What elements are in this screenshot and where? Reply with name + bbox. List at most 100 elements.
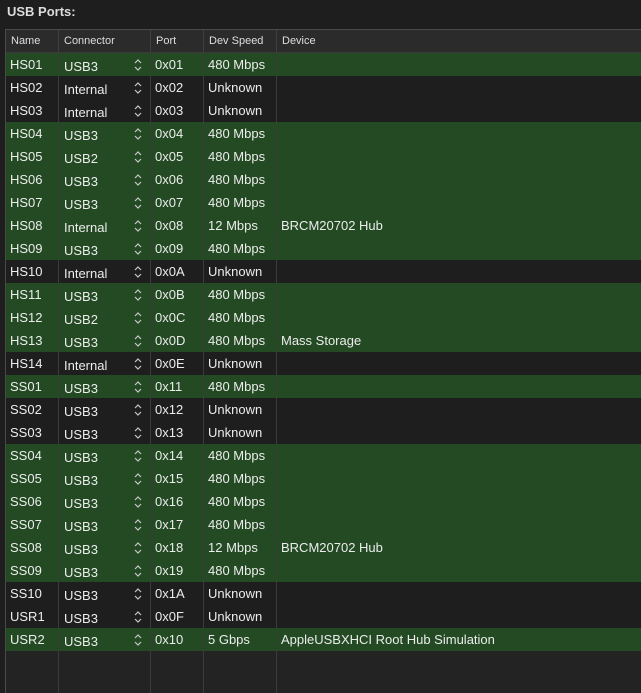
device-speed: Unknown bbox=[204, 398, 277, 421]
connector-select[interactable]: USB3 bbox=[59, 444, 151, 467]
device-speed: Unknown bbox=[204, 605, 277, 628]
table-row[interactable]: HS09 USB3 0x09 480 Mbps bbox=[6, 237, 641, 260]
connector-select[interactable]: USB3 bbox=[59, 329, 151, 352]
up-down-stepper-icon[interactable] bbox=[134, 633, 142, 647]
up-down-stepper-icon[interactable] bbox=[134, 380, 142, 394]
column-header-name[interactable]: Name bbox=[6, 30, 59, 52]
up-down-stepper-icon[interactable] bbox=[134, 242, 142, 256]
connector-select[interactable]: USB3 bbox=[59, 421, 151, 444]
table-row[interactable]: HS14 Internal 0x0E Unknown bbox=[6, 352, 641, 375]
table-row[interactable]: HS12 USB2 0x0C 480 Mbps bbox=[6, 306, 641, 329]
connector-value: USB3 bbox=[64, 496, 98, 511]
up-down-stepper-icon[interactable] bbox=[134, 472, 142, 486]
up-down-stepper-icon[interactable] bbox=[134, 357, 142, 371]
table-row[interactable]: HS08 Internal 0x08 12 Mbps BRCM20702 Hub bbox=[6, 214, 641, 237]
table-row[interactable]: SS01 USB3 0x11 480 Mbps bbox=[6, 375, 641, 398]
connector-select[interactable]: USB3 bbox=[59, 191, 151, 214]
connector-select[interactable]: USB3 bbox=[59, 513, 151, 536]
up-down-stepper-icon[interactable] bbox=[134, 196, 142, 210]
up-down-stepper-icon[interactable] bbox=[134, 610, 142, 624]
connector-select[interactable]: USB3 bbox=[59, 237, 151, 260]
up-down-stepper-icon[interactable] bbox=[134, 495, 142, 509]
table-row[interactable]: HS04 USB3 0x04 480 Mbps bbox=[6, 122, 641, 145]
table-row[interactable]: SS10 USB3 0x1A Unknown bbox=[6, 582, 641, 605]
up-down-stepper-icon[interactable] bbox=[134, 288, 142, 302]
table-row[interactable]: HS06 USB3 0x06 480 Mbps bbox=[6, 168, 641, 191]
table-row[interactable]: USR1 USB3 0x0F Unknown bbox=[6, 605, 641, 628]
device-name bbox=[277, 421, 641, 444]
port-name: HS14 bbox=[6, 352, 59, 375]
column-header-speed[interactable]: Dev Speed bbox=[204, 30, 277, 52]
table-row[interactable]: SS07 USB3 0x17 480 Mbps bbox=[6, 513, 641, 536]
connector-select[interactable]: USB3 bbox=[59, 490, 151, 513]
up-down-stepper-icon[interactable] bbox=[134, 104, 142, 118]
table-row[interactable]: HS02 Internal 0x02 Unknown bbox=[6, 76, 641, 99]
up-down-stepper-icon[interactable] bbox=[134, 587, 142, 601]
up-down-stepper-icon[interactable] bbox=[134, 150, 142, 164]
port-address: 0x0F bbox=[151, 605, 204, 628]
up-down-stepper-icon[interactable] bbox=[134, 265, 142, 279]
up-down-stepper-icon[interactable] bbox=[134, 426, 142, 440]
table-row[interactable]: SS02 USB3 0x12 Unknown bbox=[6, 398, 641, 421]
connector-value: USB3 bbox=[64, 404, 98, 419]
table-row[interactable]: HS10 Internal 0x0A Unknown bbox=[6, 260, 641, 283]
table-row[interactable]: SS04 USB3 0x14 480 Mbps bbox=[6, 444, 641, 467]
table-row[interactable]: HS07 USB3 0x07 480 Mbps bbox=[6, 191, 641, 214]
up-down-stepper-icon[interactable] bbox=[134, 311, 142, 325]
table-row[interactable]: SS05 USB3 0x15 480 Mbps bbox=[6, 467, 641, 490]
connector-select[interactable]: USB3 bbox=[59, 467, 151, 490]
connector-select[interactable]: USB3 bbox=[59, 398, 151, 421]
usb-ports-table[interactable]: Name Connector Port Dev Speed Device HS0… bbox=[5, 29, 641, 693]
up-down-stepper-icon[interactable] bbox=[134, 173, 142, 187]
table-row[interactable]: SS08 USB3 0x18 12 Mbps BRCM20702 Hub bbox=[6, 536, 641, 559]
table-row[interactable]: SS03 USB3 0x13 Unknown bbox=[6, 421, 641, 444]
device-name: AppleUSBXHCI Root Hub Simulation bbox=[281, 632, 495, 647]
connector-select[interactable]: USB3 bbox=[59, 582, 151, 605]
connector-select[interactable]: USB3 bbox=[59, 283, 151, 306]
port-address: 0x01 bbox=[151, 53, 204, 76]
column-header-device[interactable]: Device bbox=[277, 30, 641, 52]
connector-value: Internal bbox=[64, 266, 108, 281]
connector-select[interactable]: USB3 bbox=[59, 605, 151, 628]
empty-row bbox=[6, 674, 641, 693]
connector-value: Internal bbox=[64, 220, 108, 235]
port-address: 0x07 bbox=[151, 191, 204, 214]
connector-select[interactable]: USB3 bbox=[59, 168, 151, 191]
connector-select[interactable]: USB3 bbox=[59, 122, 151, 145]
up-down-stepper-icon[interactable] bbox=[134, 81, 142, 95]
connector-select[interactable]: USB3 bbox=[59, 559, 151, 582]
up-down-stepper-icon[interactable] bbox=[134, 219, 142, 233]
up-down-stepper-icon[interactable] bbox=[134, 127, 142, 141]
up-down-stepper-icon[interactable] bbox=[134, 564, 142, 578]
up-down-stepper-icon[interactable] bbox=[134, 403, 142, 417]
up-down-stepper-icon[interactable] bbox=[134, 334, 142, 348]
up-down-stepper-icon[interactable] bbox=[134, 58, 142, 72]
connector-select[interactable]: USB2 bbox=[59, 306, 151, 329]
column-header-port[interactable]: Port bbox=[151, 30, 204, 52]
connector-select[interactable]: USB3 bbox=[59, 628, 151, 651]
connector-select[interactable]: Internal bbox=[59, 352, 151, 375]
table-row[interactable]: HS13 USB3 0x0D 480 Mbps Mass Storage bbox=[6, 329, 641, 352]
connector-select[interactable]: Internal bbox=[59, 99, 151, 122]
table-row[interactable]: HS03 Internal 0x03 Unknown bbox=[6, 99, 641, 122]
port-address: 0x0E bbox=[151, 352, 204, 375]
connector-select[interactable]: USB3 bbox=[59, 53, 151, 76]
table-row[interactable]: USR2 USB3 0x10 5 Gbps AppleUSBXHCI Root Hub … bbox=[6, 628, 641, 651]
connector-select[interactable]: USB2 bbox=[59, 145, 151, 168]
column-header-connector[interactable]: Connector bbox=[59, 30, 151, 52]
port-name: HS01 bbox=[6, 53, 59, 76]
up-down-stepper-icon[interactable] bbox=[134, 449, 142, 463]
table-row[interactable]: HS11 USB3 0x0B 480 Mbps bbox=[6, 283, 641, 306]
up-down-stepper-icon[interactable] bbox=[134, 518, 142, 532]
up-down-stepper-icon[interactable] bbox=[134, 541, 142, 555]
table-row[interactable]: SS09 USB3 0x19 480 Mbps bbox=[6, 559, 641, 582]
connector-select[interactable]: USB3 bbox=[59, 536, 151, 559]
connector-select[interactable]: USB3 bbox=[59, 375, 151, 398]
connector-select[interactable]: Internal bbox=[59, 76, 151, 99]
connector-select[interactable]: Internal bbox=[59, 260, 151, 283]
connector-select[interactable]: Internal bbox=[59, 214, 151, 237]
table-row[interactable]: HS01 USB3 0x01 480 Mbps bbox=[6, 53, 641, 76]
port-name: HS13 bbox=[6, 329, 59, 352]
table-row[interactable]: HS05 USB2 0x05 480 Mbps bbox=[6, 145, 641, 168]
table-row[interactable]: SS06 USB3 0x16 480 Mbps bbox=[6, 490, 641, 513]
